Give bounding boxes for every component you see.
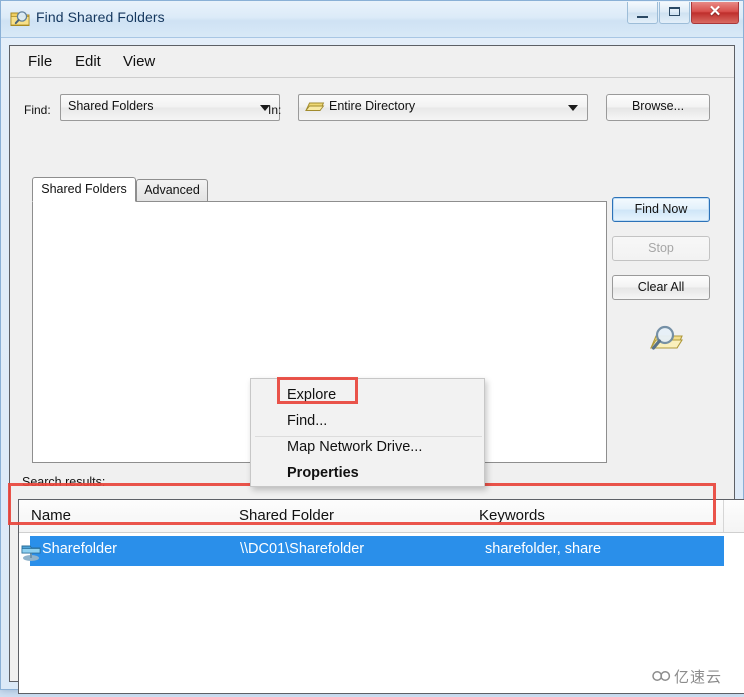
maximize-icon [669,7,680,16]
chevron-down-icon-2 [568,105,578,111]
context-menu-separator [255,436,482,437]
maximize-button[interactable] [659,2,690,24]
cell-shared-folder: \\DC01\Sharefolder [240,541,365,557]
find-label: Find: [24,103,51,117]
in-label: In: [268,103,282,117]
close-icon: ✕ [708,3,722,20]
shared-folder-icon [21,545,41,561]
search-results-label: Search results: [22,475,106,489]
title-bar[interactable]: Find Shared Folders ✕ [1,1,743,38]
column-divider[interactable] [723,500,724,532]
menu-item-edit[interactable]: Edit [70,52,106,71]
directory-folder-icon [305,102,325,111]
window-title: Find Shared Folders [36,9,165,25]
context-menu-item-explore[interactable]: Explore [287,387,336,403]
find-type-combobox[interactable]: Shared Folders [60,94,280,121]
in-scope-combobox[interactable]: Entire Directory [298,94,588,121]
window-controls: ✕ [626,2,739,24]
in-scope-value: Entire Directory [329,99,416,113]
minimize-button[interactable] [627,2,658,24]
watermark: 亿速云 [636,659,738,693]
minimize-icon [637,16,648,18]
find-folder-icon [10,11,30,26]
tab-shared-folders[interactable]: Shared Folders [32,177,136,202]
browse-button[interactable]: Browse... [606,94,710,121]
find-type-value: Shared Folders [68,99,154,113]
client-area: File Edit View Find: Shared Folders In: … [9,45,744,694]
table-row[interactable]: Sharefolder \\DC01\Sharefolder sharefold… [21,536,724,566]
context-menu-item-find[interactable]: Find... [287,413,327,429]
column-header-shared-folder[interactable]: Shared Folder [239,507,334,524]
column-header-keywords[interactable]: Keywords [479,507,545,524]
tab-advanced[interactable]: Advanced [136,179,208,202]
find-shared-folders-window: Find Shared Folders ✕ File Edit View Fin… [0,0,744,694]
menu-bar: File Edit View [10,46,734,78]
stop-button: Stop [612,236,710,261]
find-now-button[interactable]: Find Now [612,197,710,222]
cell-name: Sharefolder [42,541,117,557]
cell-keywords: sharefolder, share [485,541,602,557]
screenshot-root: ng Center Add a printer Add a wireless d… [0,0,744,697]
cloud-logo-icon [652,671,671,681]
watermark-text: 亿速云 [673,667,722,686]
close-button[interactable]: ✕ [691,2,739,24]
menu-item-view[interactable]: View [118,52,160,71]
menu-item-file[interactable]: File [23,52,57,71]
listview-header: Name Shared Folder Keywords [19,500,744,533]
context-menu[interactable]: Explore Find... Map Network Drive... Pro… [250,378,485,487]
folder-magnifier-icon [650,325,683,350]
clear-all-button[interactable]: Clear All [612,275,710,300]
context-menu-item-properties[interactable]: Properties [287,465,359,481]
context-menu-item-map-network-drive[interactable]: Map Network Drive... [287,439,422,455]
column-header-name[interactable]: Name [31,507,71,524]
